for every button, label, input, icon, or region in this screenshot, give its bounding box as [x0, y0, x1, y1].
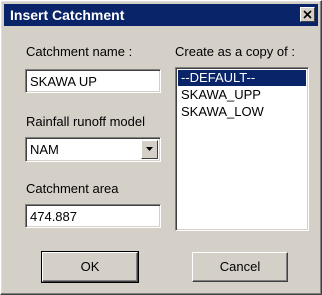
list-item[interactable]: --DEFAULT-- — [178, 70, 306, 86]
runoff-model-select[interactable]: NAM — [25, 137, 161, 162]
close-icon — [303, 10, 312, 19]
insert-catchment-dialog: Insert Catchment Catchment name : SKAWA … — [0, 0, 322, 295]
catchment-area-input[interactable]: 474.887 — [25, 204, 161, 228]
copy-list-label: Create as a copy of : — [175, 44, 295, 59]
runoff-model-dropdown-button[interactable] — [141, 140, 158, 159]
cancel-button[interactable]: Cancel — [192, 252, 288, 282]
catchment-name-input[interactable]: SKAWA UP — [25, 69, 161, 93]
chevron-down-icon — [146, 147, 153, 151]
catchment-area-label: Catchment area — [26, 181, 119, 196]
catchment-name-label: Catchment name : — [26, 44, 133, 59]
catchment-area-value: 474.887 — [30, 209, 77, 224]
copy-source-listbox[interactable]: --DEFAULT-- SKAWA_UPP SKAWA_LOW — [175, 67, 309, 231]
close-button[interactable] — [300, 7, 315, 22]
runoff-model-value: NAM — [30, 142, 59, 157]
title-bar[interactable]: Insert Catchment — [4, 4, 318, 26]
catchment-name-value: SKAWA UP — [30, 74, 97, 89]
ok-button[interactable]: OK — [41, 251, 139, 283]
dialog-title: Insert Catchment — [10, 7, 125, 23]
list-item[interactable]: SKAWA_UPP — [178, 87, 306, 103]
list-item[interactable]: SKAWA_LOW — [178, 104, 306, 120]
runoff-model-label: Rainfall runoff model — [26, 114, 145, 129]
